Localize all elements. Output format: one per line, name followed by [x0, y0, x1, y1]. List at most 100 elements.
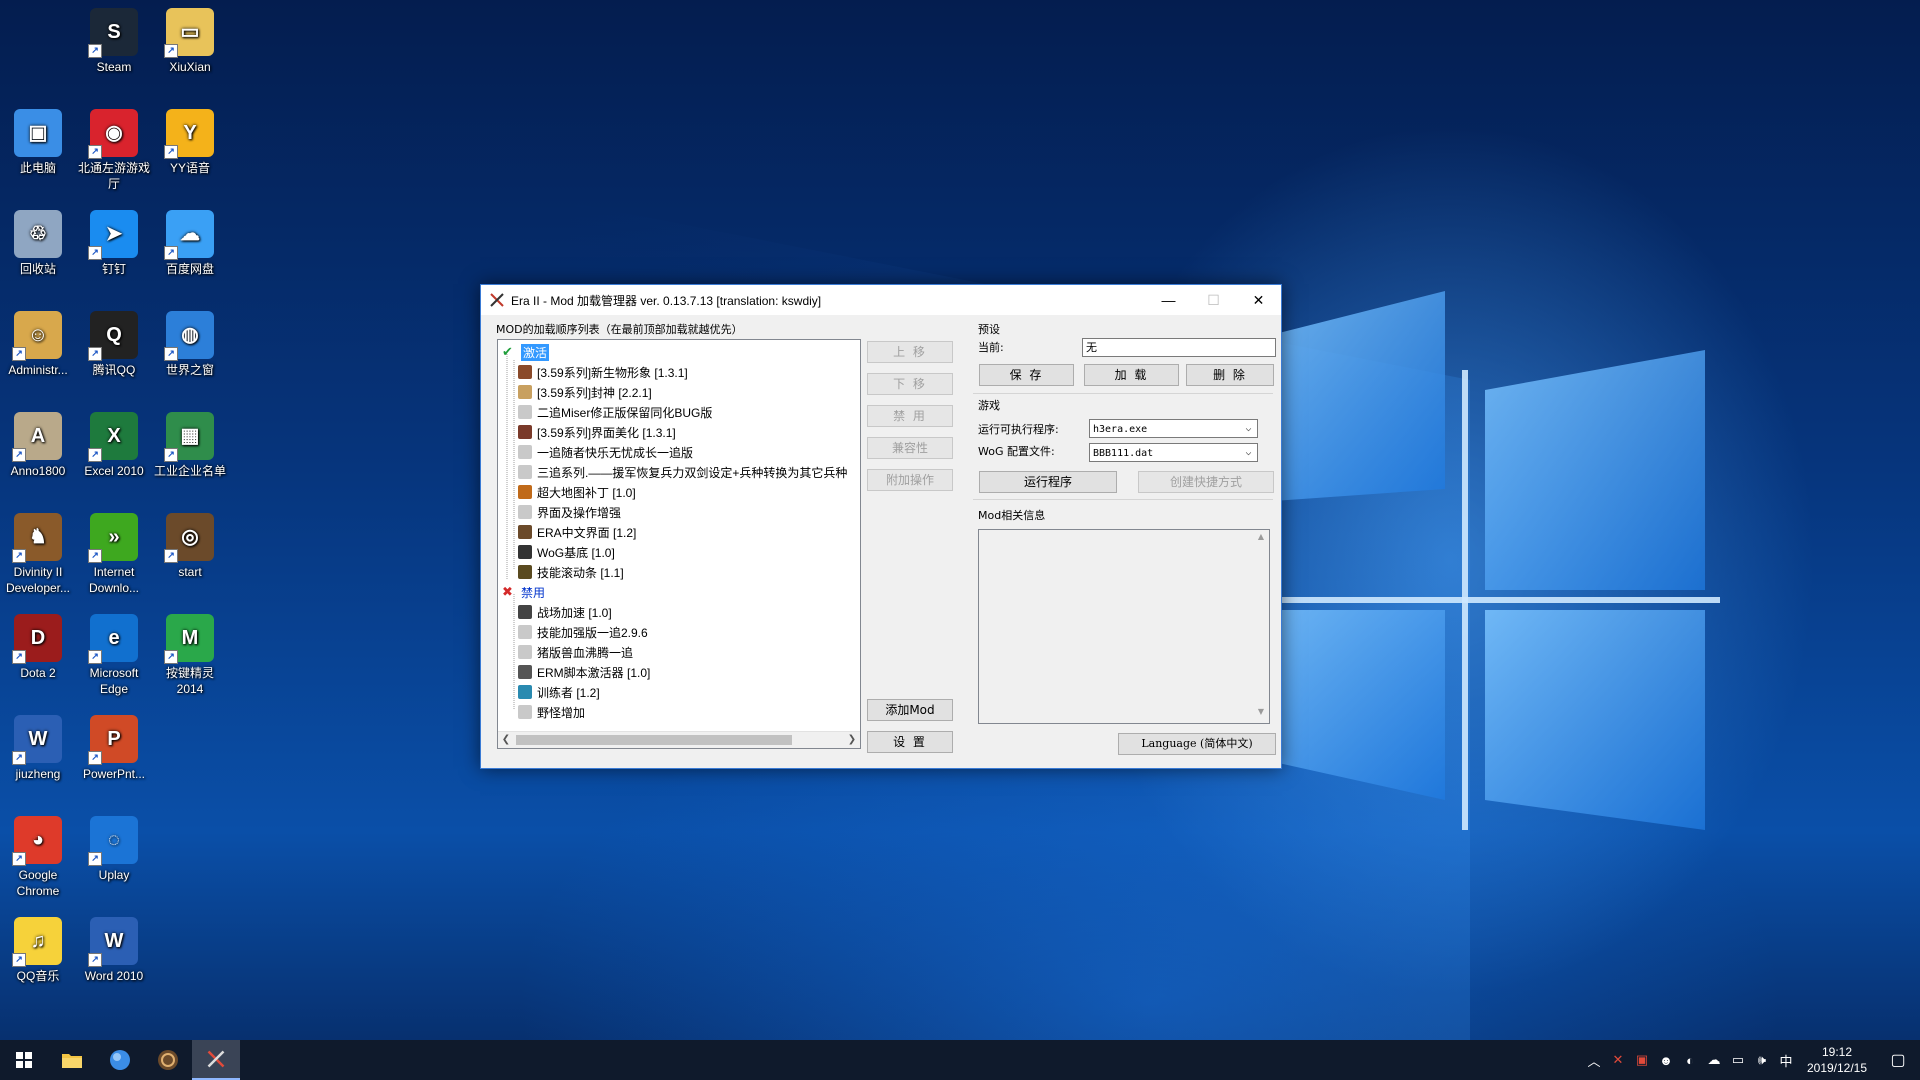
desktop-icon[interactable]: Y ↗ YY语音: [153, 109, 227, 176]
mod-list-item[interactable]: ERM脚本激活器 [1.0]: [518, 662, 650, 682]
preset-save-button[interactable]: 保 存: [979, 364, 1074, 386]
horizontal-scrollbar[interactable]: ❮ ❯: [498, 731, 860, 748]
mod-list-item[interactable]: [3.59系列]新生物形象 [1.3.1]: [518, 362, 688, 382]
add-mod-button[interactable]: 添加Mod: [867, 699, 953, 721]
browser-taskbar[interactable]: [96, 1040, 144, 1080]
mod-list-item[interactable]: [3.59系列]界面美化 [1.3.1]: [518, 422, 676, 442]
extra-ops-button[interactable]: 附加操作: [867, 469, 953, 491]
exe-select[interactable]: h3era.exe ⌵: [1089, 419, 1258, 438]
scroll-up-icon[interactable]: ▲: [1253, 532, 1269, 546]
ime-indicator[interactable]: 中: [1774, 1051, 1798, 1070]
desktop-icon[interactable]: M ↗ 按键精灵2014: [153, 614, 227, 697]
desktop-icon[interactable]: ▭ ↗ XiuXian: [153, 8, 227, 75]
desktop-icon[interactable]: ☁ ↗ 百度网盘: [153, 210, 227, 277]
shortcut-arrow-icon: ↗: [12, 953, 26, 967]
move-down-button[interactable]: 下 移: [867, 373, 953, 395]
desktop-icon[interactable]: Q ↗ 腾讯QQ: [77, 311, 151, 378]
mod-name: 猪版兽血沸腾一追: [537, 645, 634, 660]
close-button[interactable]: ✕: [1236, 285, 1281, 315]
mod-list-item[interactable]: 技能加强版一追2.9.6: [518, 622, 648, 642]
mod-list-item[interactable]: 二追Miser修正版保留同化BUG版: [518, 402, 712, 422]
volume-icon[interactable]: 🕪: [1750, 1052, 1774, 1068]
group-active[interactable]: ✔ 激活: [502, 342, 550, 362]
scroll-down-icon[interactable]: ▼: [1253, 707, 1269, 721]
group-disabled[interactable]: ✖ 禁用: [502, 582, 545, 602]
desktop-icon[interactable]: X ↗ Excel 2010: [77, 412, 151, 479]
scroll-thumb[interactable]: [516, 735, 792, 745]
mod-list[interactable]: ✔ 激活 [3.59系列]新生物形象 [1.3.1] [3.59系列]封神 [2.2.…: [497, 339, 861, 749]
desktop-icon[interactable]: ▣ 此电脑: [1, 109, 75, 176]
compat-button[interactable]: 兼容性: [867, 437, 953, 459]
mod-list-item[interactable]: ERA中文界面 [1.2]: [518, 522, 636, 542]
mod-list-item[interactable]: 训练者 [1.2]: [518, 682, 600, 702]
desktop-icon[interactable]: ♞ ↗ Divinity II Developer...: [1, 513, 75, 596]
qq-tray-icon[interactable]: ☻: [1654, 1053, 1678, 1068]
mod-name: ERM脚本激活器 [1.0]: [537, 665, 651, 680]
minimize-button[interactable]: —: [1146, 285, 1191, 315]
desktop-icon[interactable]: ◌ ↗ Uplay: [77, 816, 151, 883]
mod-list-item[interactable]: WoG基底 [1.0]: [518, 542, 615, 562]
preset-current-field[interactable]: 无: [1082, 338, 1276, 357]
shortcut-arrow-icon: ↗: [88, 751, 102, 765]
mod-list-item[interactable]: 界面及操作增强: [518, 502, 621, 522]
desktop-icon[interactable]: ◕ ↗ Google Chrome: [1, 816, 75, 899]
file-explorer-taskbar[interactable]: [48, 1040, 96, 1080]
desktop-icon-label: 回收站: [19, 262, 56, 276]
disable-button[interactable]: 禁 用: [867, 405, 953, 427]
desktop-icon-label: Word 2010: [84, 969, 144, 983]
desktop-icon[interactable]: ◍ ↗ 世界之窗: [153, 311, 227, 378]
mod-list-item[interactable]: 技能滚动条 [1.1]: [518, 562, 624, 582]
folder-icon: [518, 405, 532, 419]
desktop-icon[interactable]: ♫ ↗ QQ音乐: [1, 917, 75, 984]
desktop-icon[interactable]: » ↗ Internet Downlo...: [77, 513, 151, 596]
mod-list-item[interactable]: 三追系列.——援军恢复兵力双剑设定+兵种转换为其它兵种: [518, 462, 847, 482]
preset-delete-button[interactable]: 删 除: [1186, 364, 1274, 386]
desktop-icon[interactable]: A ↗ Anno1800: [1, 412, 75, 479]
mod-list-item[interactable]: [3.59系列]封神 [2.2.1]: [518, 382, 652, 402]
desktop-icon[interactable]: W ↗ jiuzheng: [1, 715, 75, 782]
scroll-right-icon[interactable]: ❯: [844, 732, 860, 748]
desktop-icon[interactable]: ◉ ↗ 北通左游游戏厅: [77, 109, 151, 192]
desktop-icon[interactable]: ♲ 回收站: [1, 210, 75, 277]
mod-manager-taskbar[interactable]: [192, 1040, 240, 1080]
start-button[interactable]: [0, 1040, 48, 1080]
game-taskbar[interactable]: [144, 1040, 192, 1080]
clock[interactable]: 19:12 2019/12/15: [1798, 1044, 1876, 1076]
mod-list-item[interactable]: 超大地图补丁 [1.0]: [518, 482, 636, 502]
title-bar[interactable]: Era II - Mod 加载管理器 ver. 0.13.7.13 [trans…: [481, 285, 1281, 315]
check-icon: ✔: [502, 344, 513, 359]
steam-tray-icon[interactable]: ◐: [1678, 1053, 1702, 1068]
scroll-left-icon[interactable]: ❮: [498, 732, 514, 748]
wog-config-select[interactable]: BBB111.dat ⌵: [1089, 443, 1258, 462]
record-tray-icon[interactable]: ▣: [1630, 1052, 1654, 1068]
mod-name: 一追随者快乐无忧成长一追版: [537, 445, 694, 460]
mod-info-box[interactable]: ▲ ▼: [978, 529, 1270, 724]
maximize-button[interactable]: ☐: [1191, 285, 1236, 315]
desktop-icon[interactable]: ☺ ↗ Administr...: [1, 311, 75, 378]
mod-list-item[interactable]: 猪版兽血沸腾一追: [518, 642, 633, 662]
mod-list-item[interactable]: 战场加速 [1.0]: [518, 602, 612, 622]
desktop-icon[interactable]: ▦ ↗ 工业企业名单: [153, 412, 227, 479]
vertical-scrollbar[interactable]: ▲ ▼: [1253, 530, 1269, 723]
crossed-swords-tray-icon[interactable]: ✕: [1606, 1052, 1630, 1068]
mod-list-item[interactable]: 野怪增加: [518, 702, 585, 722]
language-button[interactable]: Language (简体中文): [1118, 733, 1276, 755]
cloud-tray-icon[interactable]: ☁: [1702, 1052, 1726, 1068]
create-shortcut-button[interactable]: 创建快捷方式: [1138, 471, 1274, 493]
settings-button[interactable]: 设 置: [867, 731, 953, 753]
desktop-icon[interactable]: W ↗ Word 2010: [77, 917, 151, 984]
app-icon: ▣: [14, 109, 62, 157]
desktop-icon[interactable]: e ↗ Microsoft Edge: [77, 614, 151, 697]
desktop-icon[interactable]: P ↗ PowerPnt...: [77, 715, 151, 782]
desktop-icon[interactable]: ◎ ↗ start: [153, 513, 227, 580]
desktop-icon[interactable]: D ↗ Dota 2: [1, 614, 75, 681]
mod-list-item[interactable]: 一追随者快乐无忧成长一追版: [518, 442, 693, 462]
desktop-icon[interactable]: ➤ ↗ 钉钉: [77, 210, 151, 277]
desktop-icon[interactable]: S ↗ Steam: [77, 8, 151, 75]
move-up-button[interactable]: 上 移: [867, 341, 953, 363]
preset-load-button[interactable]: 加 载: [1084, 364, 1179, 386]
run-program-button[interactable]: 运行程序: [979, 471, 1117, 493]
chevron-up-icon[interactable]: ︿: [1582, 1051, 1606, 1070]
network-icon[interactable]: ▭: [1726, 1052, 1750, 1068]
notification-icon[interactable]: ▢: [1876, 1050, 1920, 1070]
